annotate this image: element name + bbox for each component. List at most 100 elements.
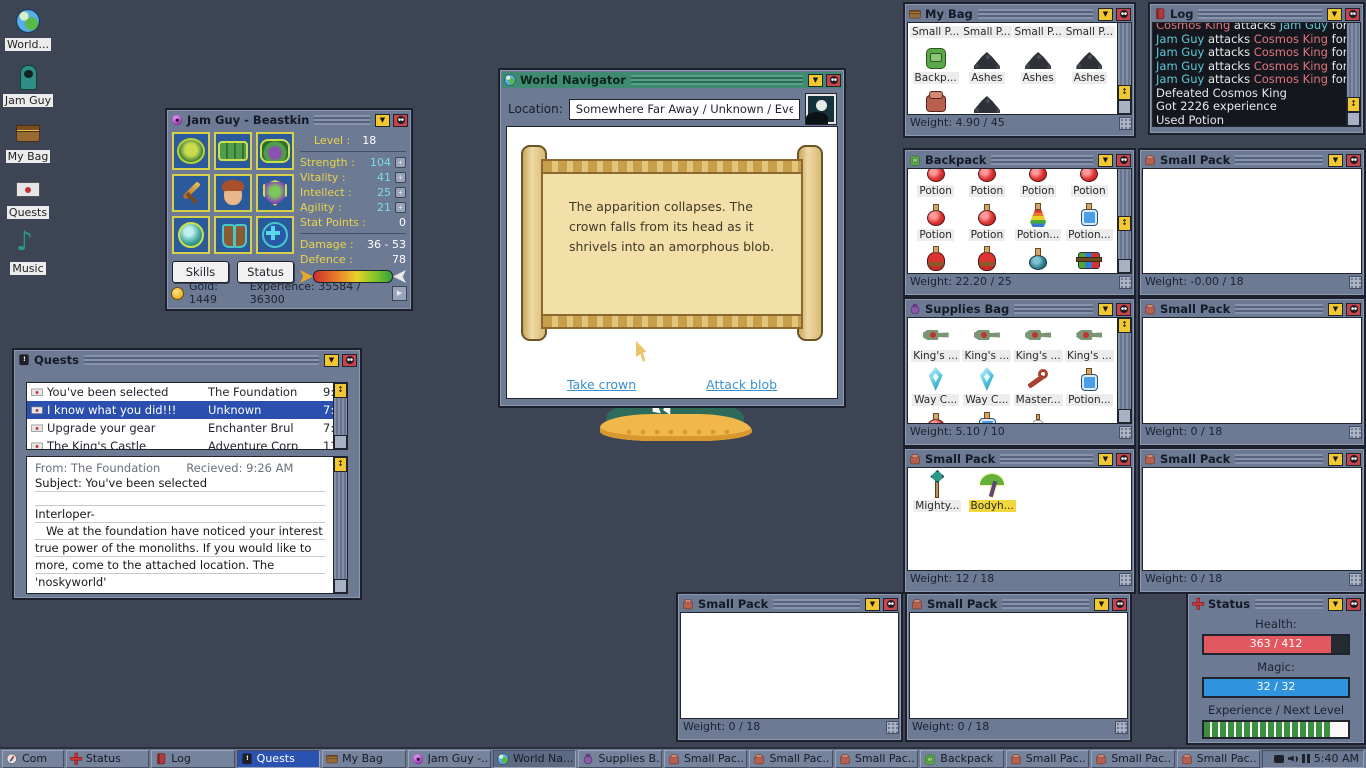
titlebar[interactable]: Status ▼ — [1190, 596, 1362, 612]
close-button[interactable] — [1116, 302, 1131, 316]
scroll-thumb[interactable] — [1347, 112, 1360, 126]
minimize-button[interactable]: ▼ — [375, 113, 390, 127]
chat-bubble-icon[interactable] — [1273, 754, 1284, 763]
inventory-item[interactable]: Potion — [1065, 169, 1114, 197]
close-button[interactable] — [1346, 452, 1361, 466]
resize-handle[interactable] — [1119, 573, 1132, 586]
resize-handle[interactable] — [886, 721, 899, 734]
equipment-slot-shoulders[interactable] — [256, 132, 294, 170]
inventory-item[interactable]: Small P... — [1012, 25, 1064, 40]
close-button[interactable] — [1345, 7, 1360, 21]
minimize-button[interactable]: ▼ — [865, 597, 880, 611]
equipment-slot-belt[interactable] — [214, 132, 252, 170]
taskbar-item-com[interactable]: Com — [2, 749, 64, 768]
increase-stat-button[interactable]: + — [395, 157, 406, 168]
scroll-thumb[interactable] — [1118, 409, 1131, 423]
desktop-icon-my-bag[interactable]: My Bag — [5, 118, 51, 163]
close-button[interactable] — [1346, 597, 1361, 611]
minimize-button[interactable]: ▼ — [1328, 597, 1343, 611]
quest-list-item[interactable]: You've been selected The Foundation 9:26 A… — [27, 383, 333, 401]
minimize-button[interactable]: ▼ — [1327, 7, 1342, 21]
inventory-item[interactable]: Ashes — [1014, 42, 1063, 84]
close-button[interactable] — [342, 353, 357, 367]
scrollbar[interactable]: ↕ — [1347, 22, 1361, 127]
inventory-item[interactable] — [1014, 408, 1063, 423]
scroll-thumb[interactable] — [1118, 259, 1131, 273]
attack-blob-link[interactable]: Attack blob — [706, 377, 777, 392]
quest-list-item[interactable]: I know what you did!!! Unknown 7:00 AM — [27, 401, 333, 419]
scroll-thumb[interactable] — [334, 579, 347, 593]
minimize-button[interactable]: ▼ — [1094, 597, 1109, 611]
inventory-item[interactable]: Mighty... — [911, 470, 964, 512]
minimize-button[interactable]: ▼ — [808, 73, 823, 87]
titlebar[interactable]: My Bag ▼ — [907, 6, 1132, 22]
taskbar-item-small-pac[interactable]: Small Pac... — [1005, 749, 1090, 768]
scrollbar[interactable]: ↕ — [1118, 168, 1132, 274]
close-button[interactable] — [883, 597, 898, 611]
inventory-item[interactable]: Ashes — [962, 86, 1011, 114]
increase-stat-button[interactable]: + — [395, 202, 406, 213]
inventory-item[interactable]: Small P... — [1063, 25, 1115, 40]
taskbar-item-small-pac[interactable]: Small Pac... — [1091, 749, 1175, 768]
close-button[interactable] — [1116, 7, 1131, 21]
taskbar-item-log[interactable]: Log — [151, 749, 235, 768]
scrollbar[interactable]: ↕ — [1118, 22, 1132, 115]
inventory-item[interactable]: Potion... — [1014, 199, 1063, 241]
inventory-item[interactable] — [911, 408, 960, 423]
scroll-button[interactable]: ↕ — [1118, 215, 1131, 231]
desktop-icon-world[interactable]: World... — [4, 6, 51, 51]
expand-button[interactable]: ▶ — [392, 285, 407, 301]
equipment-slot-helmet[interactable] — [172, 132, 210, 170]
minimize-button[interactable]: ▼ — [1098, 452, 1113, 466]
titlebar[interactable]: Backpack ▼ — [907, 152, 1132, 168]
scrollbar[interactable]: ↕ — [334, 456, 348, 594]
titlebar[interactable]: Quests ▼ — [16, 352, 358, 368]
pause-icon[interactable] — [1301, 754, 1310, 763]
resize-handle[interactable] — [1349, 426, 1362, 439]
minimize-button[interactable]: ▼ — [324, 353, 339, 367]
titlebar[interactable]: Small Pack ▼ — [1142, 152, 1362, 168]
close-button[interactable] — [393, 113, 408, 127]
scroll-thumb[interactable] — [1118, 100, 1131, 114]
quest-list-item[interactable]: Upgrade your gear Enchanter Brul 7:02 PM — [27, 419, 333, 437]
desktop-icon-quests[interactable]: Quests — [6, 174, 50, 219]
equipment-slot-shield[interactable] — [256, 174, 294, 212]
titlebar[interactable]: Small Pack ▼ — [907, 451, 1132, 467]
close-button[interactable] — [1346, 302, 1361, 316]
minimize-button[interactable]: ▼ — [1098, 7, 1113, 21]
scrollbar[interactable]: ↕ — [334, 382, 348, 450]
close-button[interactable] — [1116, 452, 1131, 466]
inventory-item[interactable] — [962, 243, 1011, 273]
scroll-button[interactable]: ↕ — [334, 457, 347, 472]
inventory-item[interactable]: Ashes — [1065, 42, 1114, 84]
minimize-button[interactable]: ▼ — [1328, 153, 1343, 167]
titlebar[interactable]: Small Pack ▼ — [909, 596, 1128, 612]
titlebar[interactable]: Small Pack ▼ — [680, 596, 899, 612]
speaker-icon[interactable] — [1288, 754, 1298, 764]
desktop-icon-jam-guy[interactable]: Jam Guy — [2, 62, 54, 107]
taskbar-item-status[interactable]: Status — [65, 749, 150, 768]
titlebar[interactable]: World Navigator ▼ — [502, 72, 842, 88]
inventory-item[interactable]: Potion — [962, 169, 1011, 197]
taskbar-item-my-bag[interactable]: My Bag — [322, 749, 406, 768]
equipment-slot-portrait[interactable] — [214, 174, 252, 212]
increase-stat-button[interactable]: + — [395, 172, 406, 183]
close-button[interactable] — [1116, 153, 1131, 167]
inventory-item[interactable]: King's ... — [1064, 320, 1114, 362]
inventory-item[interactable] — [1014, 243, 1063, 273]
equipment-slot-amulet[interactable] — [256, 216, 294, 254]
inventory-item[interactable]: Ashes — [962, 42, 1011, 84]
inventory-item[interactable]: Way C... — [911, 364, 960, 406]
inventory-item[interactable] — [962, 408, 1011, 423]
taskbar-item-quests[interactable]: Quests — [236, 749, 321, 768]
quest-list-item[interactable]: The King's Castle Adventure Corp 11:28 AM — [27, 437, 333, 449]
inventory-item[interactable]: Master... — [1013, 364, 1063, 406]
inventory-item[interactable]: Potion... — [1065, 364, 1114, 406]
titlebar[interactable]: Jam Guy - Beastkin ▼ — [169, 112, 409, 128]
inventory-item[interactable]: Small P... — [911, 86, 960, 114]
resize-handle[interactable] — [1349, 573, 1362, 586]
titlebar[interactable]: Supplies Bag ▼ — [907, 301, 1132, 317]
map-button[interactable] — [805, 93, 837, 125]
titlebar[interactable]: Small Pack ▼ — [1142, 301, 1362, 317]
scroll-button[interactable]: ↕ — [1118, 318, 1131, 333]
